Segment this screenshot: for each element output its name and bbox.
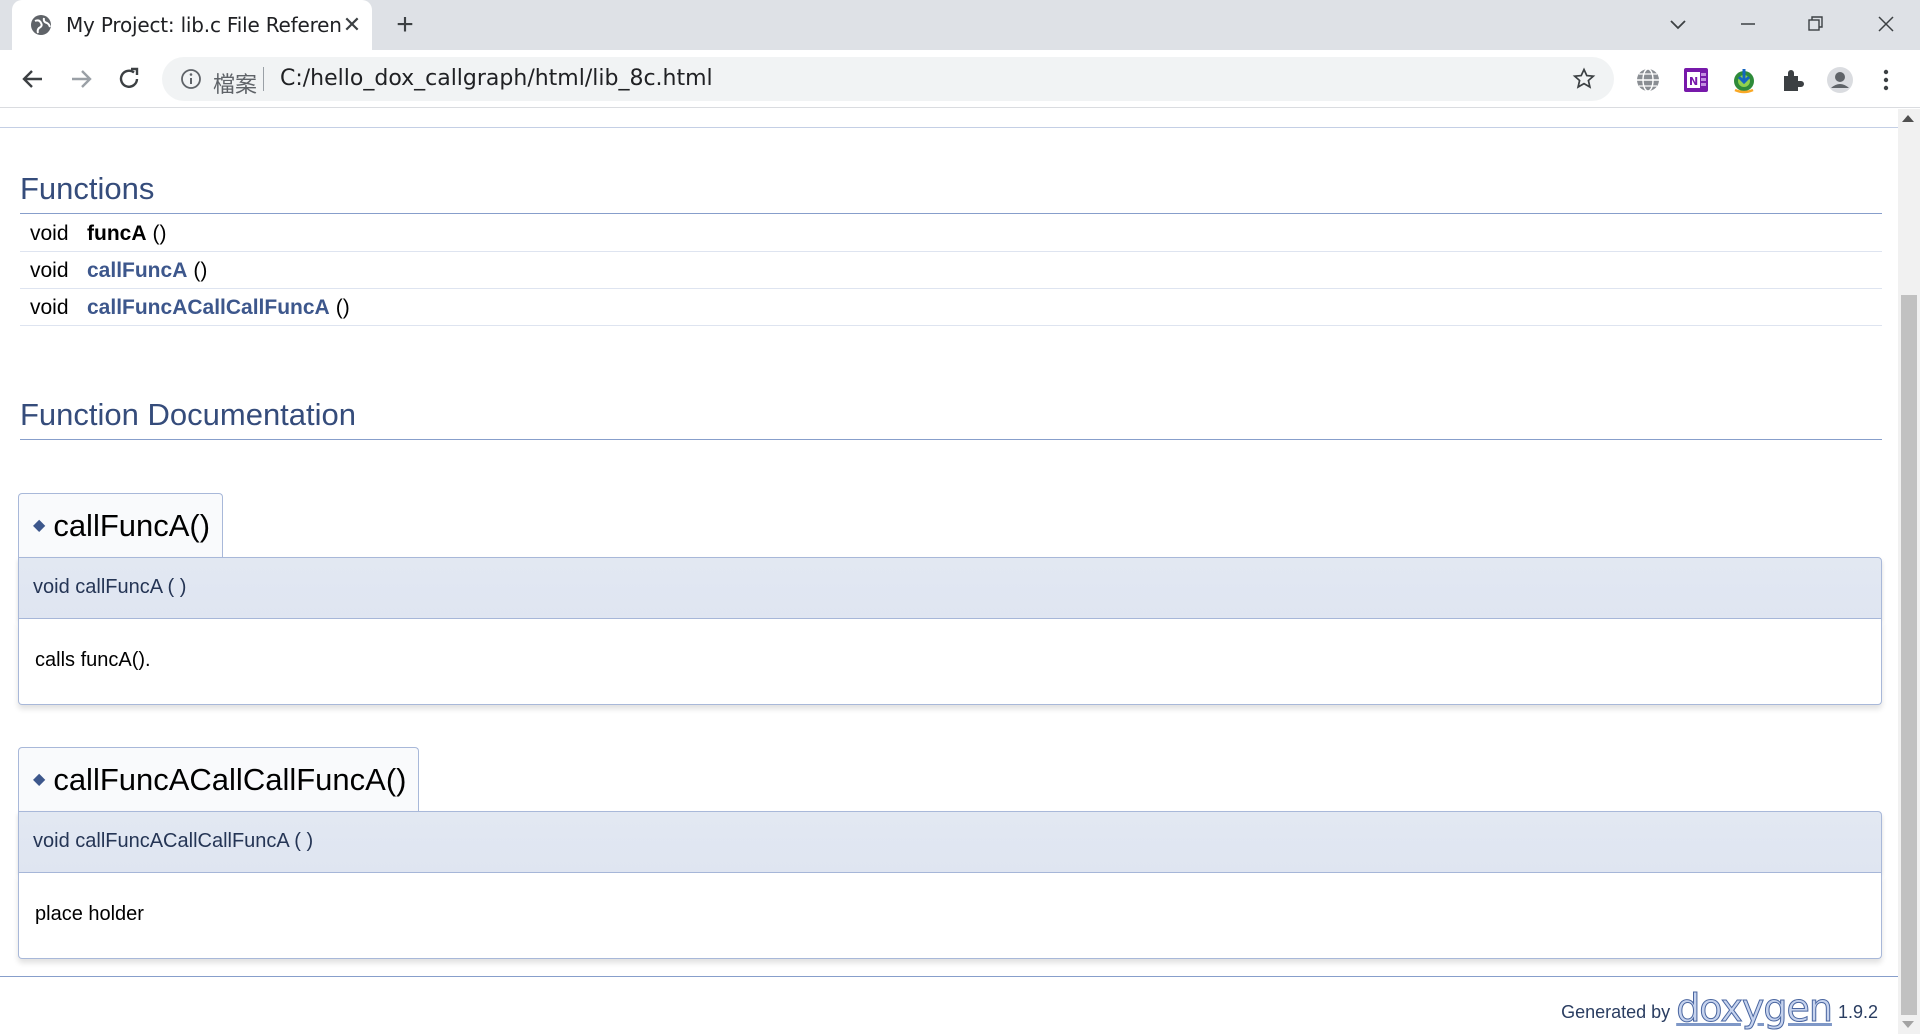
minimize-button[interactable] — [1730, 8, 1766, 40]
scroll-down-arrow-icon[interactable] — [1902, 1021, 1914, 1028]
memproto-callFuncACallCallFuncA: void callFuncACallCallFuncA ( ) — [18, 811, 1882, 873]
member-row: void callFuncACallCallFuncA() — [20, 289, 1882, 326]
member-type: void — [30, 296, 69, 319]
forward-arrow-icon[interactable] — [64, 62, 98, 96]
address-bar[interactable]: 檔案 C:/hello_dox_callgraph/html/lib_8c.ht… — [162, 57, 1614, 101]
info-icon[interactable] — [180, 68, 202, 90]
back-arrow-icon[interactable] — [16, 62, 50, 96]
member-link-callFuncACallCallFuncA[interactable]: callFuncACallCallFuncA() — [87, 296, 350, 320]
extensions-puzzle-icon[interactable] — [1778, 66, 1806, 94]
bookmark-star-icon[interactable] — [1572, 67, 1596, 91]
function-documentation-header: Function Documentation — [20, 397, 357, 432]
member-type: void — [30, 222, 69, 245]
onenote-icon[interactable]: N — [1682, 66, 1710, 94]
functions-header-line — [20, 213, 1882, 214]
vertical-scrollbar[interactable] — [1898, 109, 1920, 1034]
scroll-up-arrow-icon[interactable] — [1902, 115, 1914, 122]
prototype-text: void callFuncA ( ) — [33, 576, 187, 598]
generated-by-text: Generated by — [1561, 1002, 1671, 1022]
tab-title: My Project: lib.c File Reference — [66, 13, 341, 37]
scrollbar-thumb[interactable] — [1901, 295, 1917, 1015]
anchor-diamond-icon[interactable]: ◆ — [33, 769, 45, 789]
header-separator — [0, 127, 1898, 128]
anchor-diamond-icon[interactable]: ◆ — [33, 515, 45, 535]
close-tab-icon[interactable]: ✕ — [340, 13, 364, 37]
memdoc-callFuncA: calls funcA(). — [18, 619, 1882, 705]
member-name-funcA: funcA() — [87, 222, 167, 245]
translate-globe-icon[interactable] — [1634, 66, 1662, 94]
tab-search-icon[interactable] — [1660, 8, 1696, 40]
doc-text: calls funcA(). — [35, 649, 151, 671]
doc-text: place holder — [35, 903, 144, 925]
reload-icon[interactable] — [112, 62, 146, 96]
memdoc-callFuncACallCallFuncA: place holder — [18, 873, 1882, 959]
footer-separator — [0, 976, 1898, 977]
memproto-callFuncA: void callFuncA ( ) — [18, 557, 1882, 619]
profile-avatar-icon[interactable] — [1826, 66, 1854, 94]
url-text[interactable]: C:/hello_dox_callgraph/html/lib_8c.html — [280, 66, 713, 91]
memtitle-callFuncA: ◆ callFuncA() — [18, 493, 224, 559]
doc-header-line — [20, 439, 1882, 440]
tab-strip: My Project: lib.c File Reference ✕ + — [0, 0, 1920, 50]
prototype-text: void callFuncACallCallFuncA ( ) — [33, 830, 314, 852]
svg-text:N: N — [1689, 75, 1698, 88]
restore-button[interactable] — [1798, 8, 1834, 40]
close-window-button[interactable] — [1868, 8, 1904, 40]
globe-icon — [31, 15, 51, 35]
footer: Generated by doxygen 1.9.2 — [1561, 989, 1878, 1028]
version-text: 1.9.2 — [1837, 1002, 1878, 1022]
browser-tab[interactable]: My Project: lib.c File Reference ✕ — [12, 0, 372, 50]
omnibox-divider — [263, 67, 264, 91]
member-row: void funcA() — [20, 215, 1882, 252]
page-viewport: Functions void funcA() void callFuncA() … — [0, 109, 1898, 1034]
download-manager-icon[interactable] — [1730, 66, 1758, 94]
member-type: void — [30, 259, 69, 282]
new-tab-button[interactable]: + — [390, 10, 420, 40]
memtitle-callFuncACallCallFuncA: ◆ callFuncACallCallFuncA() — [18, 747, 420, 813]
functions-header: Functions — [20, 171, 155, 206]
file-scheme-label: 檔案 — [213, 73, 258, 98]
menu-kebab-icon[interactable] — [1872, 66, 1900, 94]
browser-toolbar: 檔案 C:/hello_dox_callgraph/html/lib_8c.ht… — [0, 50, 1920, 108]
doxygen-logo-link[interactable]: doxygen — [1676, 989, 1834, 1028]
member-row: void callFuncA() — [20, 252, 1882, 289]
member-link-callFuncA[interactable]: callFuncA() — [87, 259, 207, 283]
